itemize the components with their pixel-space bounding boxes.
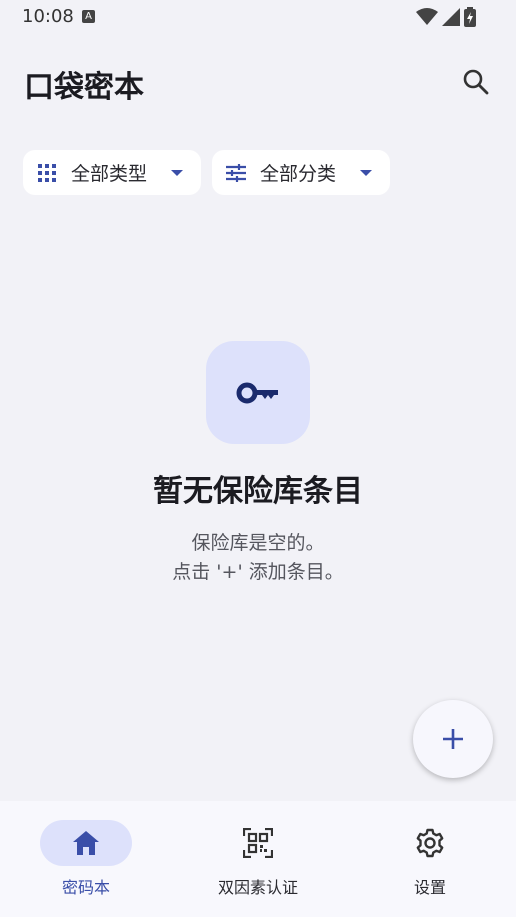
nav-indicator bbox=[212, 820, 304, 866]
search-icon bbox=[463, 69, 489, 95]
empty-state-title: 暂无保险库条目 bbox=[153, 474, 363, 509]
key-icon bbox=[236, 382, 278, 403]
nav-indicator bbox=[384, 820, 476, 866]
nav-item-2fa[interactable]: 双因素认证 bbox=[172, 801, 344, 917]
category-filter-chip[interactable]: 全部分类 bbox=[212, 150, 390, 195]
status-bar: 10:08 A bbox=[0, 0, 516, 34]
grid-icon bbox=[37, 163, 57, 183]
nav-item-settings[interactable]: 设置 bbox=[344, 801, 516, 917]
notification-icon: A bbox=[82, 10, 95, 23]
gear-icon bbox=[416, 828, 444, 858]
tune-icon bbox=[226, 163, 246, 183]
bottom-navigation: 密码本 双因素认证 设置 bbox=[0, 801, 516, 917]
status-time: 10:08 bbox=[22, 6, 74, 27]
wifi-icon bbox=[416, 8, 438, 25]
type-filter-label: 全部类型 bbox=[71, 163, 148, 185]
nav-item-vault[interactable]: 密码本 bbox=[0, 801, 172, 917]
qr-scan-icon bbox=[243, 828, 273, 858]
nav-label-vault: 密码本 bbox=[61, 878, 110, 897]
empty-state-message: 保险库是空的。 bbox=[191, 532, 325, 554]
app-title: 口袋密本 bbox=[24, 70, 144, 105]
category-filter-label: 全部分类 bbox=[260, 163, 337, 185]
add-icon bbox=[443, 729, 463, 749]
battery-icon bbox=[464, 7, 476, 27]
signal-icon bbox=[442, 8, 460, 26]
nav-label-2fa: 双因素认证 bbox=[217, 878, 298, 897]
status-icons bbox=[416, 7, 476, 27]
dropdown-arrow-icon bbox=[360, 170, 372, 176]
empty-state-hint: 点击 '+' 添加条目。 bbox=[172, 561, 344, 583]
nav-indicator bbox=[40, 820, 132, 866]
type-filter-chip[interactable]: 全部类型 bbox=[23, 150, 201, 195]
add-entry-fab[interactable] bbox=[413, 700, 493, 778]
dropdown-arrow-icon bbox=[171, 170, 183, 176]
nav-label-settings: 设置 bbox=[413, 878, 446, 897]
search-button[interactable] bbox=[456, 62, 496, 102]
empty-state-icon-container bbox=[206, 341, 310, 444]
home-icon bbox=[73, 831, 99, 855]
